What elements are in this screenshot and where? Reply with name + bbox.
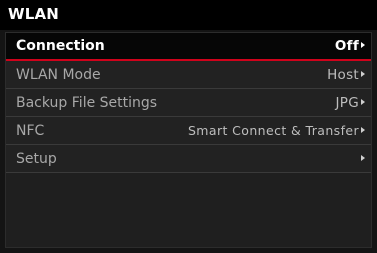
- menu-item-connection[interactable]: Connection Off: [6, 33, 371, 61]
- chevron-right-icon: [361, 42, 365, 48]
- chevron-right-icon: [361, 98, 365, 105]
- chevron-right-icon: [361, 126, 365, 133]
- menu-item-value: Host: [327, 66, 359, 83]
- menu-item-label: Setup: [16, 150, 57, 167]
- menu-item-value: Smart Connect & Transfer: [187, 123, 359, 138]
- page-title: WLAN: [8, 5, 60, 23]
- menu-item-label: NFC: [16, 122, 45, 139]
- menu-item-label: WLAN Mode: [16, 66, 101, 83]
- title-bar: WLAN: [0, 0, 377, 30]
- menu-item-value: JPG: [335, 94, 359, 111]
- menu-item-wlan-mode[interactable]: WLAN Mode Host: [6, 61, 371, 89]
- menu-item-value: Off: [334, 38, 359, 54]
- menu-item-label: Backup File Settings: [16, 94, 158, 111]
- wlan-menu-list: Connection Off WLAN Mode Host Backup Fil…: [5, 32, 372, 248]
- menu-item-label: Connection: [16, 38, 105, 54]
- menu-item-backup-file-settings[interactable]: Backup File Settings JPG: [6, 89, 371, 117]
- camera-menu-screen: WLAN Connection Off WLAN Mode Host Backu…: [0, 0, 377, 253]
- menu-item-nfc[interactable]: NFC Smart Connect & Transfer: [6, 117, 371, 145]
- empty-menu-area: [6, 173, 371, 253]
- chevron-right-icon: [361, 154, 365, 161]
- chevron-right-icon: [361, 70, 365, 77]
- menu-item-setup[interactable]: Setup: [6, 145, 371, 173]
